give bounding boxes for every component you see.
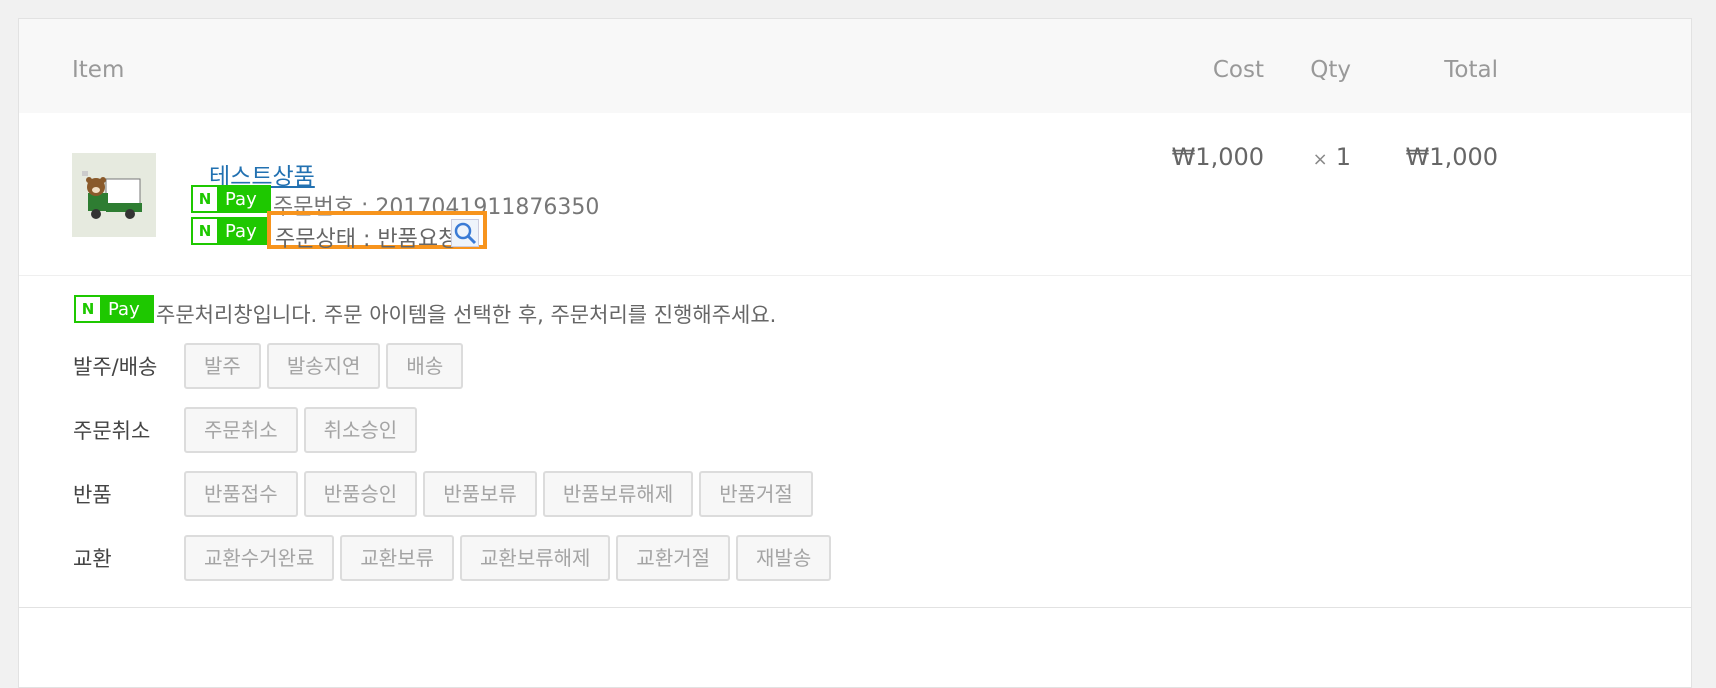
release-exchange-hold-button[interactable]: 교환보류해제 [460, 535, 611, 581]
table-header: Item Cost Qty Total [19, 19, 1691, 113]
hold-exchange-button[interactable]: 교환보류 [340, 535, 455, 581]
group-label-return: 반품 [73, 483, 112, 507]
approve-return-button[interactable]: 반품승인 [303, 471, 418, 517]
bottom-divider [19, 607, 1691, 608]
header-total: Total [1444, 57, 1498, 83]
npay-n-logo: N [193, 219, 217, 243]
group-label-cancel: 주문취소 [73, 419, 151, 443]
npay-n-logo: N [76, 297, 100, 321]
processing-notice: 주문처리창입니다. 주문 아이템을 선택한 후, 주문처리를 진행해주세요. [156, 303, 777, 327]
release-return-hold-button[interactable]: 반품보류해제 [542, 471, 694, 517]
npay-badge: N Pay [74, 295, 154, 323]
item-cost: ₩1,000 [1171, 143, 1264, 171]
group-label-exchange: 교환 [73, 547, 112, 571]
receive-return-button[interactable]: 반품접수 [184, 471, 298, 517]
item-total: ₩1,000 [1405, 143, 1498, 171]
hold-return-button[interactable]: 반품보류 [423, 471, 537, 517]
order-status: 주문상태 : 반품요청 [275, 227, 459, 252]
qty-times-symbol: × [1312, 149, 1328, 170]
order-confirm-button[interactable]: 발주 [184, 343, 261, 389]
npay-pay-text: Pay [108, 298, 140, 320]
header-cost: Cost [1212, 57, 1264, 83]
exchange-buttons: 교환수거완료 교환보류 교환보류해제 교환거절 재발송 [184, 535, 832, 581]
cancel-order-button[interactable]: 주문취소 [184, 407, 298, 453]
npay-pay-text: Pay [225, 220, 257, 242]
reship-button[interactable]: 재발송 [736, 535, 832, 581]
product-thumbnail [72, 153, 156, 237]
approve-cancel-button[interactable]: 취소승인 [303, 407, 418, 453]
header-item: Item [72, 57, 125, 83]
qty-value: 1 [1335, 143, 1351, 171]
reject-return-button[interactable]: 반품거절 [699, 471, 813, 517]
shipping-buttons: 발주 발송지연 배송 [184, 343, 464, 389]
return-buttons: 반품접수 반품승인 반품보류 반품보류해제 반품거절 [184, 471, 813, 517]
header-qty: Qty [1310, 57, 1351, 83]
reject-exchange-button[interactable]: 교환거절 [616, 535, 731, 581]
ship-button[interactable]: 배송 [386, 343, 464, 389]
row-divider [19, 275, 1691, 276]
npay-badge: N Pay [191, 185, 271, 213]
magnifier-icon[interactable] [451, 219, 479, 247]
order-items-panel: Item Cost Qty Total 테스트상품 N Pay 주문번호 : 2… [18, 18, 1692, 688]
magnifier-icon-glyph [454, 222, 477, 245]
item-qty: × 1 [1313, 143, 1351, 171]
group-label-shipping: 발주/배송 [73, 355, 158, 379]
npay-n-logo: N [193, 187, 217, 211]
cancel-buttons: 주문취소 취소승인 [184, 407, 418, 453]
truck-bear-image [72, 153, 156, 237]
npay-badge: N Pay [191, 217, 271, 245]
delay-shipping-button[interactable]: 발송지연 [266, 343, 381, 389]
npay-pay-text: Pay [225, 188, 257, 210]
exchange-pickup-complete-button[interactable]: 교환수거완료 [184, 535, 335, 581]
